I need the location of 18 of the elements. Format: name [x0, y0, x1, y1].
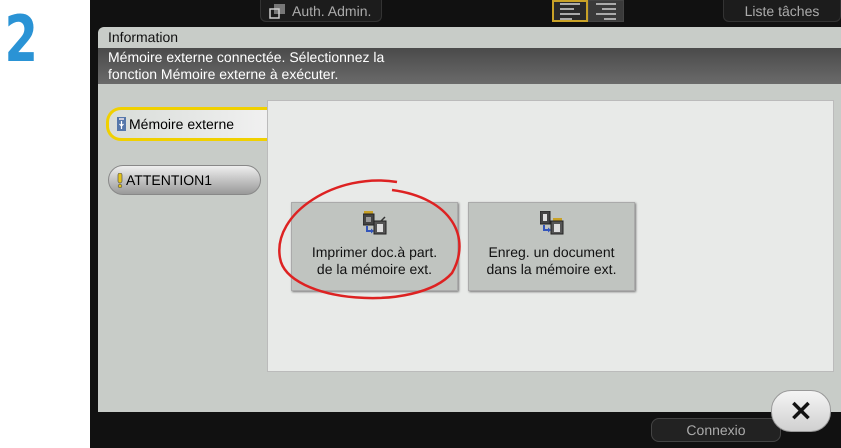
job-list-button[interactable]: Liste tâches — [723, 0, 841, 22]
tab[interactable]: Mémoire externe — [106, 107, 267, 141]
login-button[interactable]: Connexio — [651, 418, 781, 442]
align-toggle[interactable] — [588, 0, 624, 22]
dialog-message: Mémoire externe connectée. Sélectionnez la fonction Mémoire externe à exécuter. — [98, 48, 841, 84]
admin-auth-button[interactable]: Auth. Admin. — [260, 0, 382, 22]
align-right-icon — [596, 2, 616, 20]
usb-to-printer-icon — [362, 211, 386, 235]
step-number: 2 — [4, 2, 39, 79]
document-to-usb-icon — [540, 211, 564, 235]
dialog-title: Information — [107, 28, 180, 47]
exclamation-icon — [117, 172, 123, 188]
function-button[interactable]: Imprimer doc.à part. de la mémoire ext. — [291, 202, 458, 291]
close-button[interactable]: × — [771, 390, 831, 432]
align-left-icon — [560, 2, 580, 20]
function-button[interactable]: Enreg. un document dans la mémoire ext. — [468, 202, 635, 291]
align-toggle[interactable] — [552, 0, 588, 22]
tab[interactable]: ATTENTION1 — [108, 165, 261, 195]
